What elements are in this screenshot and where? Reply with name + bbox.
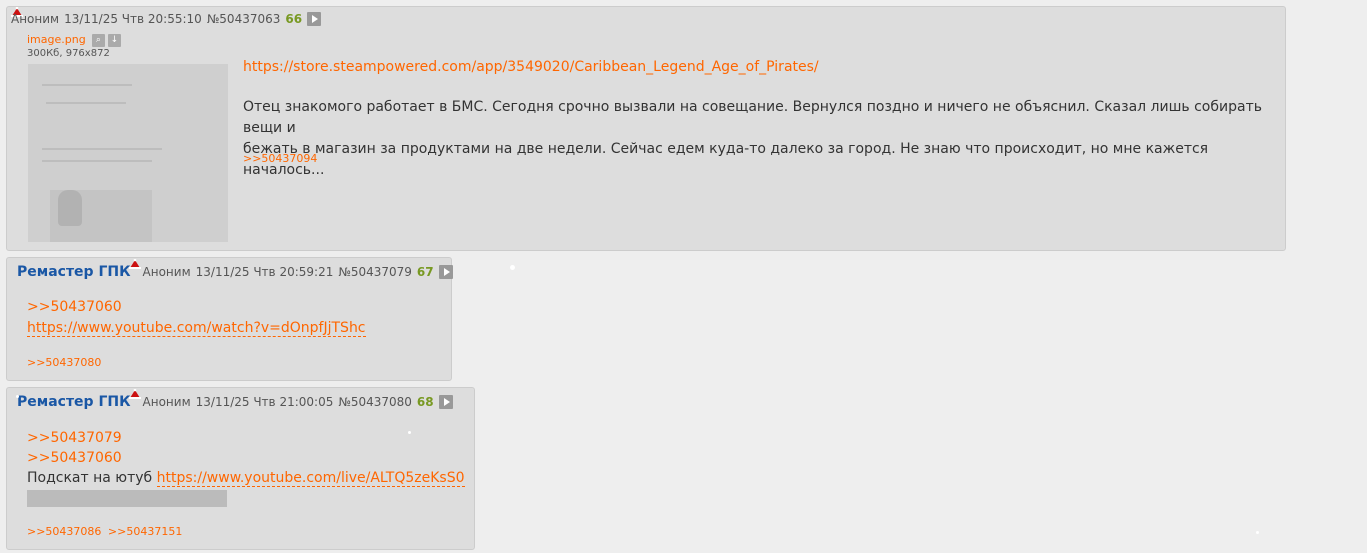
post-date: 13/11/25 Чтв 20:55:10 xyxy=(64,12,202,26)
post-text: Подскат на ютуб xyxy=(27,470,153,486)
image-thumbnail[interactable] xyxy=(28,64,228,242)
post-50437079: Ремастер ГПК Аноним 13/11/25 Чтв 20:59:2… xyxy=(6,257,453,381)
snowflake xyxy=(510,265,515,270)
post-number[interactable]: №50437080 xyxy=(338,395,412,409)
reply-link[interactable]: >>50437094 xyxy=(243,152,317,165)
spoiler-block[interactable] xyxy=(27,490,227,507)
snowflake xyxy=(16,395,19,398)
file-name-link[interactable]: image.png xyxy=(27,33,86,46)
download-icon[interactable]: ↓ xyxy=(107,33,121,47)
steam-link[interactable]: https://store.steampowered.com/app/35490… xyxy=(243,59,819,75)
username: Ремастер ГПК xyxy=(17,264,131,280)
post-text-line: бежать в магазин за продуктами на две не… xyxy=(243,141,1209,178)
post-count: 66 xyxy=(285,12,303,26)
snowflake xyxy=(408,431,411,434)
reply-link[interactable]: >>50437086 xyxy=(27,525,101,538)
reply-link[interactable]: >>50437151 xyxy=(108,525,182,538)
youtube-link[interactable]: https://www.youtube.com/watch?v=dOnpfJjT… xyxy=(27,320,366,337)
file-meta: 300Кб, 976x872 xyxy=(27,47,110,59)
post-50437063: Аноним 13/11/25 Чтв 20:55:10 №50437063 6… xyxy=(6,6,1286,251)
reply-link[interactable]: >>50437080 xyxy=(27,356,101,369)
post-text-line: Отец знакомого работает в БМС. Сегодня с… xyxy=(243,99,1262,136)
reference-link[interactable]: >>50437060 xyxy=(27,299,122,315)
post-50437080: Ремастер ГПК Аноним 13/11/25 Чтв 21:00:0… xyxy=(6,387,475,550)
reference-link[interactable]: >>50437079 xyxy=(27,430,122,446)
poster-name: Аноним xyxy=(11,12,60,26)
play-icon[interactable] xyxy=(438,265,453,279)
play-icon[interactable] xyxy=(307,12,322,26)
snowflake xyxy=(1256,531,1259,534)
reference-link[interactable]: >>50437060 xyxy=(27,450,122,466)
poster-name: Аноним xyxy=(142,395,191,409)
search-icon[interactable]: ⌕ xyxy=(91,33,105,47)
youtube-link[interactable]: https://www.youtube.com/live/ALTQ5zeKsS0 xyxy=(156,470,465,487)
post-number[interactable]: №50437063 xyxy=(207,12,281,26)
post-count: 67 xyxy=(416,265,434,279)
username: Ремастер ГПК xyxy=(17,394,131,410)
santa-hat-icon xyxy=(129,259,141,269)
post-number[interactable]: №50437079 xyxy=(338,265,412,279)
post-count: 68 xyxy=(416,395,434,409)
poster-name: Аноним xyxy=(142,265,191,279)
santa-hat-icon xyxy=(129,389,141,399)
post-date: 13/11/25 Чтв 21:00:05 xyxy=(195,395,334,409)
post-date: 13/11/25 Чтв 20:59:21 xyxy=(195,265,334,279)
play-icon[interactable] xyxy=(438,395,453,409)
